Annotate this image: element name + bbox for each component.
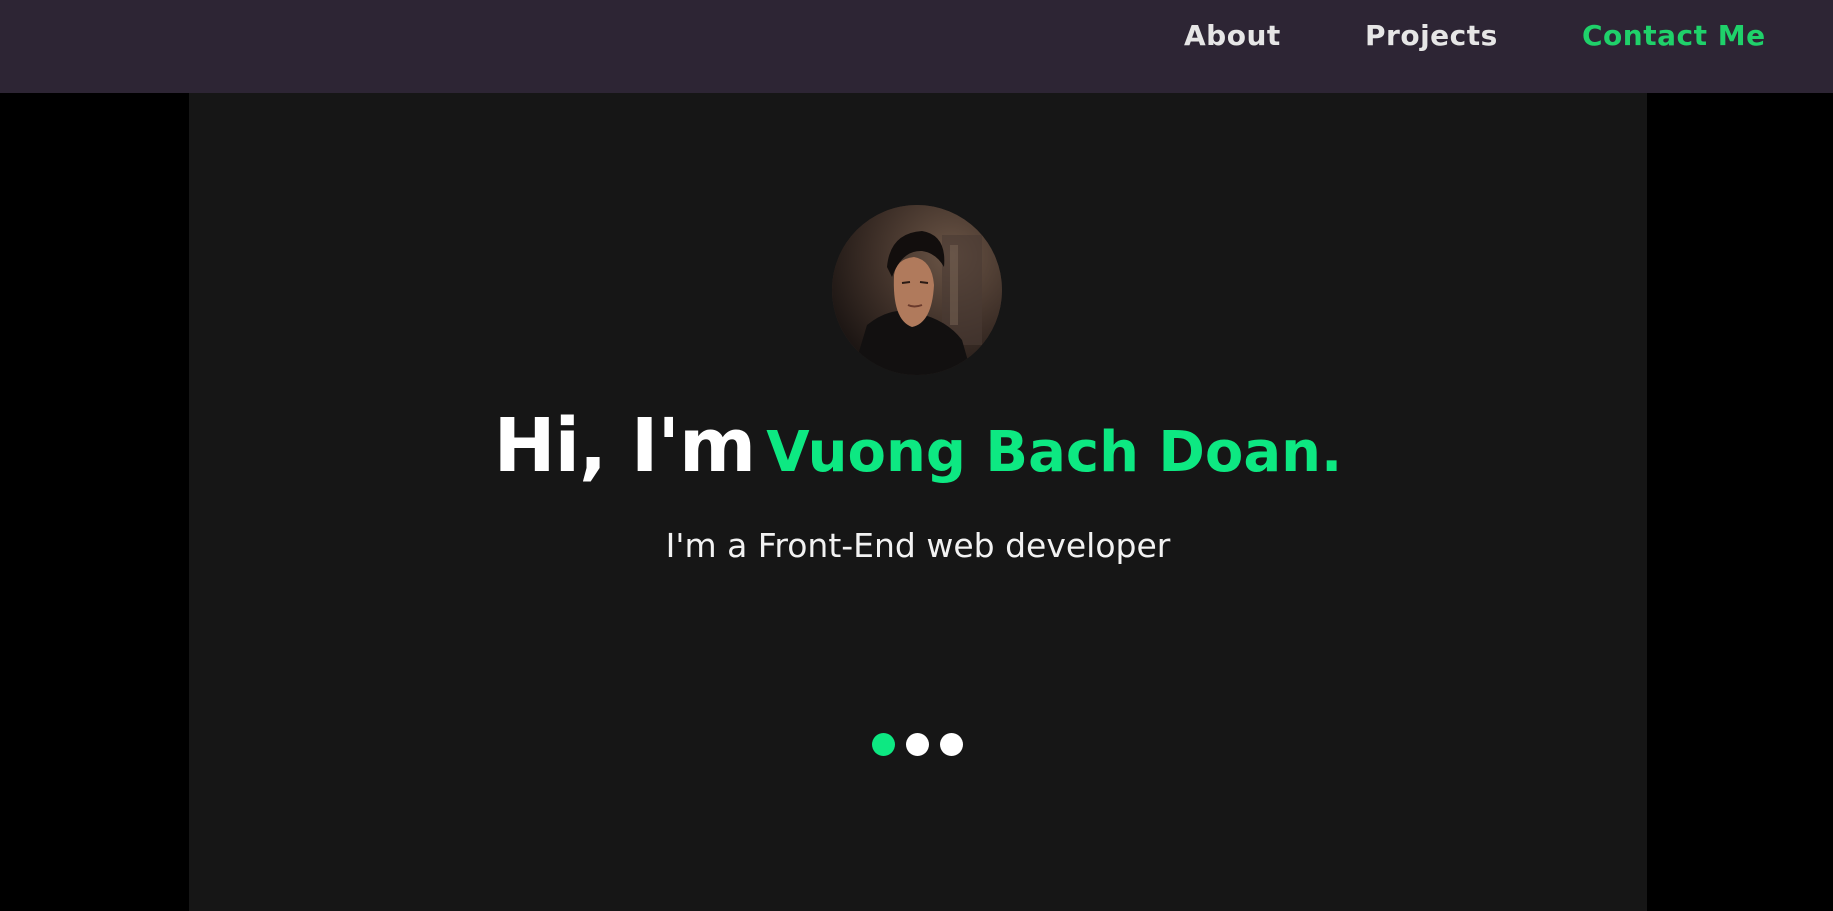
hero-headline: Hi, I'm Vuong Bach Doan. [189,406,1647,500]
nav-link-projects[interactable]: Projects [1365,16,1498,56]
carousel-dot-1[interactable] [872,733,895,756]
profile-photo-image [832,205,1002,375]
hero-section: Hi, I'm Vuong Bach Doan. I'm a Front-End… [189,93,1647,911]
profile-avatar [832,205,1002,375]
hero-subtitle: I'm a Front-End web developer [665,526,1171,565]
hero-name: Vuong Bach Doan. [766,420,1343,485]
carousel-dot-3[interactable] [940,733,963,756]
nav-link-about[interactable]: About [1184,16,1281,56]
hero-greeting: Hi, I'm [493,403,756,489]
carousel-dot-2[interactable] [906,733,929,756]
top-navbar: About Projects Contact Me [0,0,1833,93]
carousel-dots [872,733,963,757]
nav-link-contact-me[interactable]: Contact Me [1582,16,1766,56]
